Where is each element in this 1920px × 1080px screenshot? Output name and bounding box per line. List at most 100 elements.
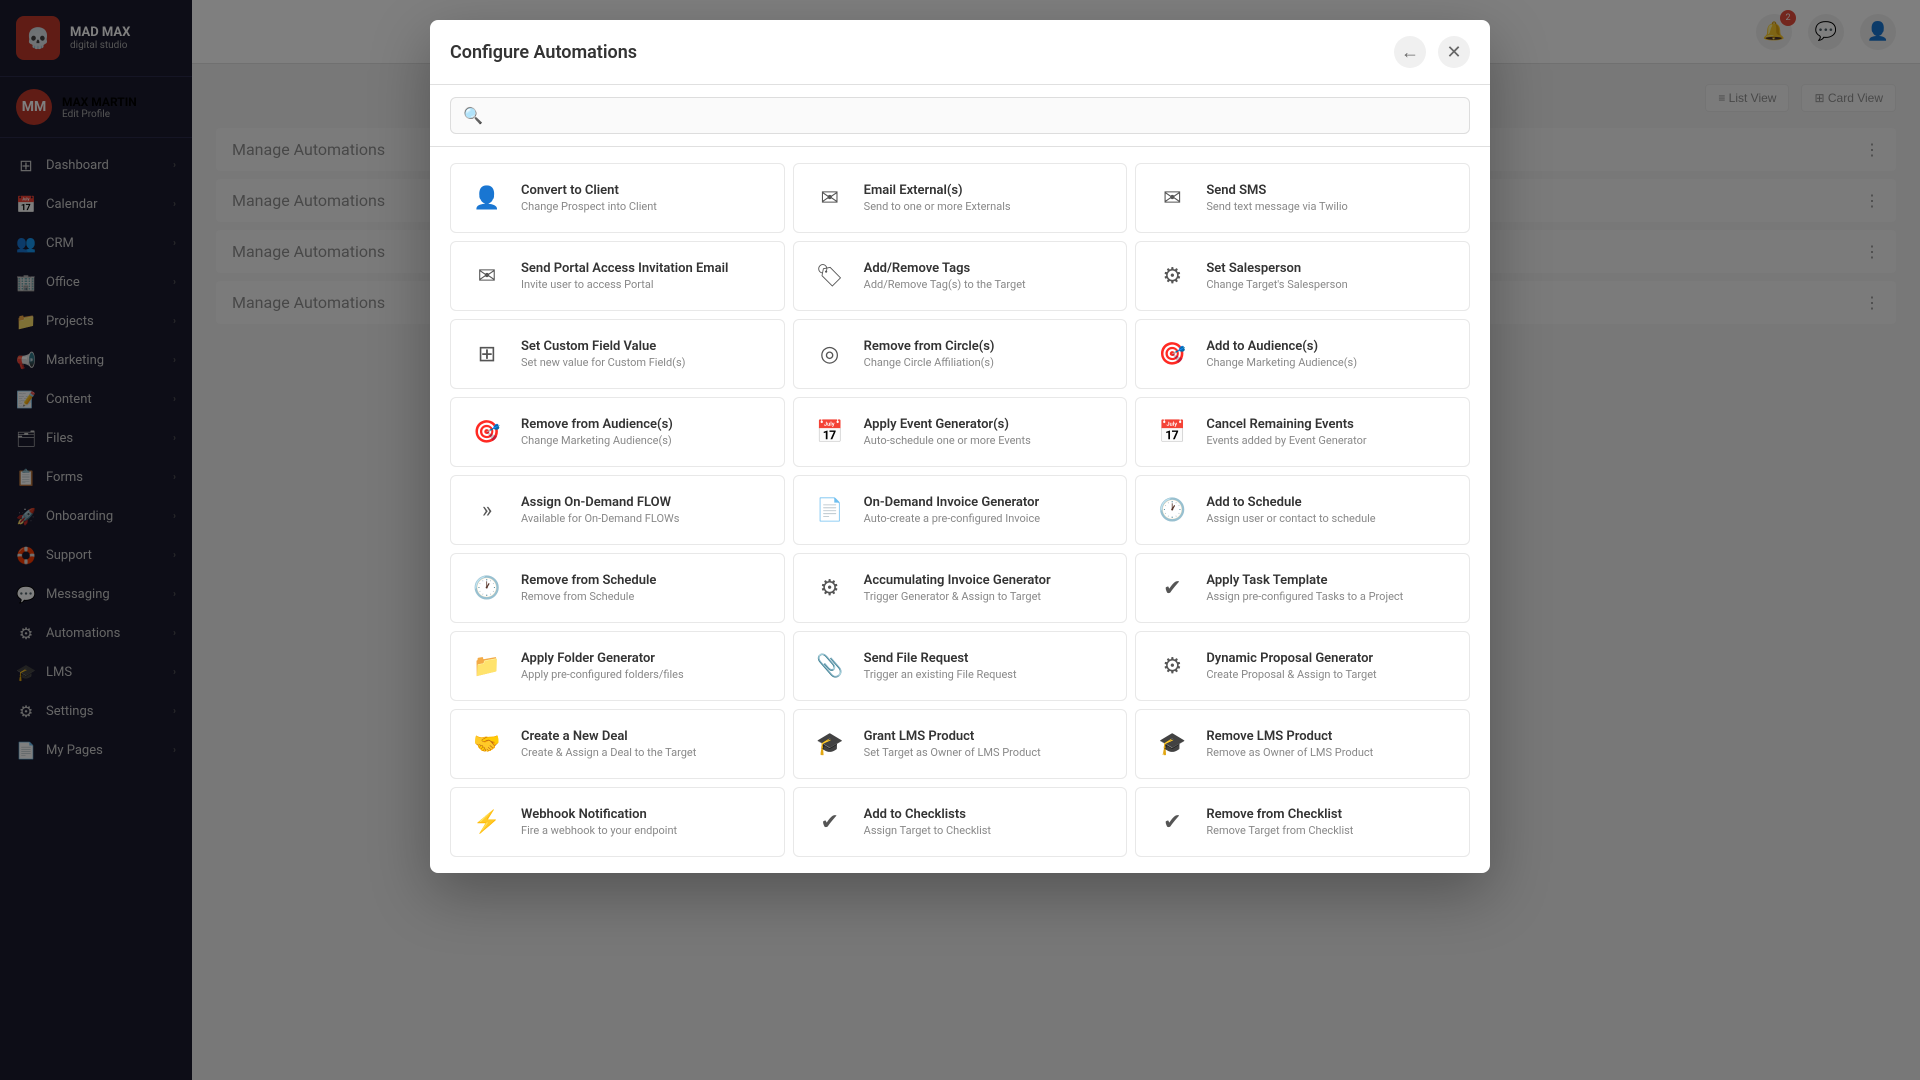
automation-card-send-file-request[interactable]: 📎 Send File Request Trigger an existing … xyxy=(793,631,1128,701)
automation-desc-apply-task-template: Assign pre-configured Tasks to a Project xyxy=(1206,590,1453,603)
automation-icon-remove-from-schedule: 🕐 xyxy=(467,568,507,608)
automation-desc-on-demand-invoice: Auto-create a pre-configured Invoice xyxy=(864,512,1111,525)
automation-desc-dynamic-proposal: Create Proposal & Assign to Target xyxy=(1206,668,1453,681)
automation-title-remove-from-schedule: Remove from Schedule xyxy=(521,573,768,588)
automation-card-send-portal-access[interactable]: ✉ Send Portal Access Invitation Email In… xyxy=(450,241,785,311)
automation-title-convert-to-client: Convert to Client xyxy=(521,183,768,198)
automation-card-set-salesperson[interactable]: ⚙ Set Salesperson Change Target's Salesp… xyxy=(1135,241,1470,311)
automation-icon-remove-from-circle: ◎ xyxy=(810,334,850,374)
automation-desc-email-externals: Send to one or more Externals xyxy=(864,200,1111,213)
automation-title-on-demand-invoice: On-Demand Invoice Generator xyxy=(864,495,1111,510)
automation-desc-remove-from-audiences: Change Marketing Audience(s) xyxy=(521,434,768,447)
automation-icon-convert-to-client: 👤 xyxy=(467,178,507,218)
automation-desc-convert-to-client: Change Prospect into Client xyxy=(521,200,768,213)
search-icon: 🔍 xyxy=(463,106,483,125)
automation-card-apply-event-generator[interactable]: 📅 Apply Event Generator(s) Auto-schedule… xyxy=(793,397,1128,467)
automation-card-grant-lms-product[interactable]: 🎓 Grant LMS Product Set Target as Owner … xyxy=(793,709,1128,779)
automation-card-assign-on-demand-flow[interactable]: » Assign On-Demand FLOW Available for On… xyxy=(450,475,785,545)
automation-title-add-to-audiences: Add to Audience(s) xyxy=(1206,339,1453,354)
automation-icon-add-remove-tags: 🏷 xyxy=(810,256,850,296)
automation-desc-apply-event-generator: Auto-schedule one or more Events xyxy=(864,434,1111,447)
automation-title-webhook-notification: Webhook Notification xyxy=(521,807,768,822)
automation-icon-add-to-checklists: ✔ xyxy=(810,802,850,842)
automation-desc-assign-on-demand-flow: Available for On-Demand FLOWs xyxy=(521,512,768,525)
automation-icon-assign-on-demand-flow: » xyxy=(467,490,507,530)
automation-card-send-sms[interactable]: ✉ Send SMS Send text message via Twilio xyxy=(1135,163,1470,233)
automation-desc-remove-from-circle: Change Circle Affiliation(s) xyxy=(864,356,1111,369)
automation-desc-set-salesperson: Change Target's Salesperson xyxy=(1206,278,1453,291)
automation-icon-email-externals: ✉ xyxy=(810,178,850,218)
automation-icon-remove-lms-product: 🎓 xyxy=(1152,724,1192,764)
automation-title-apply-task-template: Apply Task Template xyxy=(1206,573,1453,588)
automation-title-remove-from-audiences: Remove from Audience(s) xyxy=(521,417,768,432)
automation-title-add-remove-tags: Add/Remove Tags xyxy=(864,261,1111,276)
automation-desc-send-portal-access: Invite user to access Portal xyxy=(521,278,768,291)
automation-card-on-demand-invoice[interactable]: 📄 On-Demand Invoice Generator Auto-creat… xyxy=(793,475,1128,545)
modal-header: Configure Automations ← ✕ xyxy=(430,20,1490,85)
automation-card-add-remove-tags[interactable]: 🏷 Add/Remove Tags Add/Remove Tag(s) to t… xyxy=(793,241,1128,311)
automation-card-dynamic-proposal[interactable]: ⚙ Dynamic Proposal Generator Create Prop… xyxy=(1135,631,1470,701)
automation-card-set-custom-field[interactable]: ⊞ Set Custom Field Value Set new value f… xyxy=(450,319,785,389)
automation-card-accumulating-invoice[interactable]: ⚙ Accumulating Invoice Generator Trigger… xyxy=(793,553,1128,623)
automation-card-remove-from-audiences[interactable]: 🎯 Remove from Audience(s) Change Marketi… xyxy=(450,397,785,467)
automation-title-apply-folder-generator: Apply Folder Generator xyxy=(521,651,768,666)
automation-icon-remove-from-checklist: ✔ xyxy=(1152,802,1192,842)
automation-title-set-salesperson: Set Salesperson xyxy=(1206,261,1453,276)
automation-title-remove-from-circle: Remove from Circle(s) xyxy=(864,339,1111,354)
automation-card-remove-from-checklist[interactable]: ✔ Remove from Checklist Remove Target fr… xyxy=(1135,787,1470,857)
automation-title-grant-lms-product: Grant LMS Product xyxy=(864,729,1111,744)
automation-desc-accumulating-invoice: Trigger Generator & Assign to Target xyxy=(864,590,1111,603)
automation-title-add-to-schedule: Add to Schedule xyxy=(1206,495,1453,510)
automation-desc-webhook-notification: Fire a webhook to your endpoint xyxy=(521,824,768,837)
automation-icon-cancel-remaining-events: 📅 xyxy=(1152,412,1192,452)
automation-icon-dynamic-proposal: ⚙ xyxy=(1152,646,1192,686)
automation-title-create-new-deal: Create a New Deal xyxy=(521,729,768,744)
modal-overlay: Configure Automations ← ✕ 🔍 👤 Convert to… xyxy=(0,0,1920,1080)
automation-desc-remove-lms-product: Remove as Owner of LMS Product xyxy=(1206,746,1453,759)
automation-title-assign-on-demand-flow: Assign On-Demand FLOW xyxy=(521,495,768,510)
automation-desc-remove-from-checklist: Remove Target from Checklist xyxy=(1206,824,1453,837)
automation-card-add-to-schedule[interactable]: 🕐 Add to Schedule Assign user or contact… xyxy=(1135,475,1470,545)
automation-card-add-to-audiences[interactable]: 🎯 Add to Audience(s) Change Marketing Au… xyxy=(1135,319,1470,389)
automation-icon-apply-task-template: ✔ xyxy=(1152,568,1192,608)
automation-icon-set-salesperson: ⚙ xyxy=(1152,256,1192,296)
automation-title-send-file-request: Send File Request xyxy=(864,651,1111,666)
automation-desc-remove-from-schedule: Remove from Schedule xyxy=(521,590,768,603)
automation-title-add-to-checklists: Add to Checklists xyxy=(864,807,1111,822)
modal-body: 👤 Convert to Client Change Prospect into… xyxy=(430,147,1490,873)
automation-card-webhook-notification[interactable]: ⚡ Webhook Notification Fire a webhook to… xyxy=(450,787,785,857)
automation-card-create-new-deal[interactable]: 🤝 Create a New Deal Create & Assign a De… xyxy=(450,709,785,779)
automation-icon-set-custom-field: ⊞ xyxy=(467,334,507,374)
automation-card-apply-folder-generator[interactable]: 📁 Apply Folder Generator Apply pre-confi… xyxy=(450,631,785,701)
automation-icon-on-demand-invoice: 📄 xyxy=(810,490,850,530)
configure-automations-modal: Configure Automations ← ✕ 🔍 👤 Convert to… xyxy=(430,20,1490,873)
automation-title-email-externals: Email External(s) xyxy=(864,183,1111,198)
automation-desc-create-new-deal: Create & Assign a Deal to the Target xyxy=(521,746,768,759)
automation-icon-add-to-audiences: 🎯 xyxy=(1152,334,1192,374)
automation-desc-send-sms: Send text message via Twilio xyxy=(1206,200,1453,213)
automation-icon-create-new-deal: 🤝 xyxy=(467,724,507,764)
automation-icon-grant-lms-product: 🎓 xyxy=(810,724,850,764)
automation-desc-send-file-request: Trigger an existing File Request xyxy=(864,668,1111,681)
automation-card-remove-lms-product[interactable]: 🎓 Remove LMS Product Remove as Owner of … xyxy=(1135,709,1470,779)
automation-card-convert-to-client[interactable]: 👤 Convert to Client Change Prospect into… xyxy=(450,163,785,233)
modal-title: Configure Automations xyxy=(450,42,637,63)
automation-card-add-to-checklists[interactable]: ✔ Add to Checklists Assign Target to Che… xyxy=(793,787,1128,857)
automation-icon-add-to-schedule: 🕐 xyxy=(1152,490,1192,530)
back-button[interactable]: ← xyxy=(1394,36,1426,68)
search-input[interactable] xyxy=(493,108,1457,124)
automation-card-email-externals[interactable]: ✉ Email External(s) Send to one or more … xyxy=(793,163,1128,233)
automation-icon-remove-from-audiences: 🎯 xyxy=(467,412,507,452)
automation-card-remove-from-schedule[interactable]: 🕐 Remove from Schedule Remove from Sched… xyxy=(450,553,785,623)
automation-title-send-sms: Send SMS xyxy=(1206,183,1453,198)
automation-card-apply-task-template[interactable]: ✔ Apply Task Template Assign pre-configu… xyxy=(1135,553,1470,623)
automation-card-cancel-remaining-events[interactable]: 📅 Cancel Remaining Events Events added b… xyxy=(1135,397,1470,467)
automation-card-remove-from-circle[interactable]: ◎ Remove from Circle(s) Change Circle Af… xyxy=(793,319,1128,389)
close-button[interactable]: ✕ xyxy=(1438,36,1470,68)
automation-icon-send-portal-access: ✉ xyxy=(467,256,507,296)
automation-icon-accumulating-invoice: ⚙ xyxy=(810,568,850,608)
automation-title-accumulating-invoice: Accumulating Invoice Generator xyxy=(864,573,1111,588)
automation-title-apply-event-generator: Apply Event Generator(s) xyxy=(864,417,1111,432)
automation-icon-webhook-notification: ⚡ xyxy=(467,802,507,842)
automation-title-set-custom-field: Set Custom Field Value xyxy=(521,339,768,354)
